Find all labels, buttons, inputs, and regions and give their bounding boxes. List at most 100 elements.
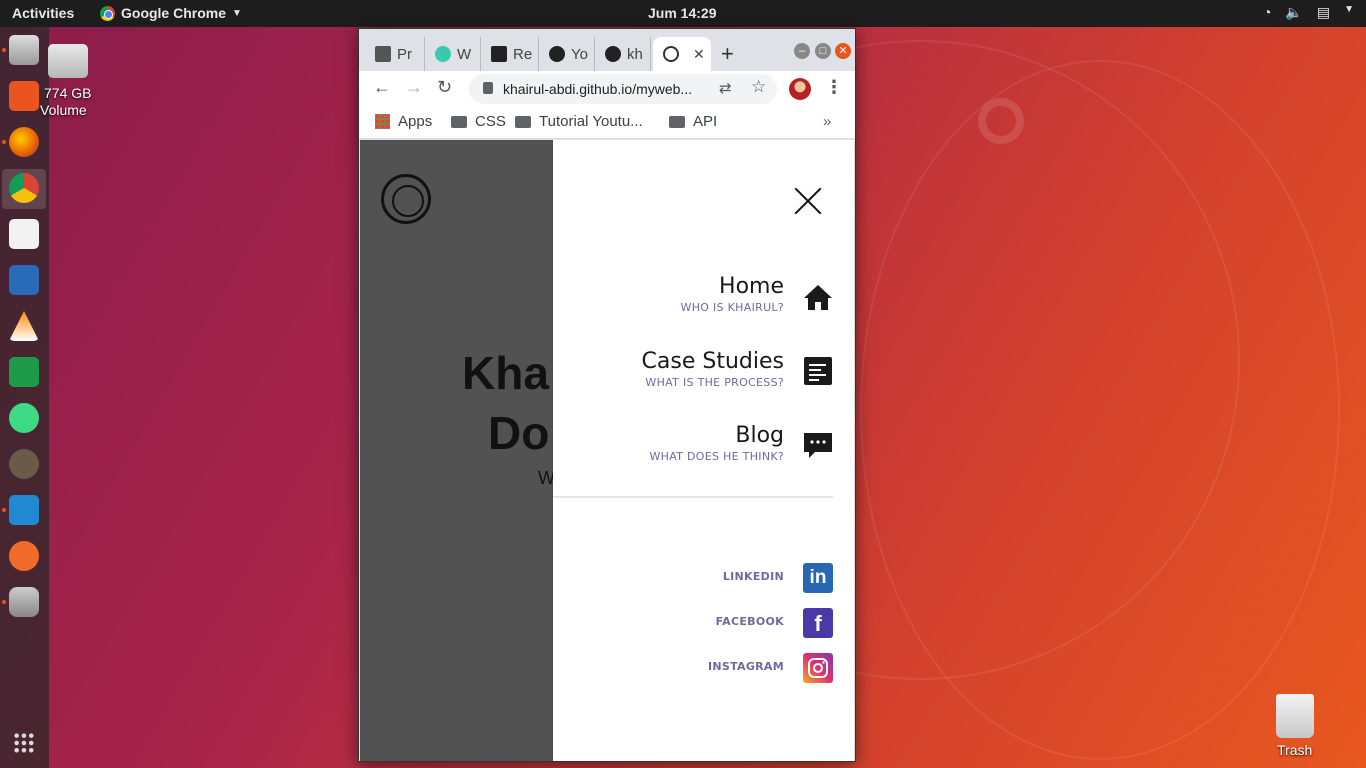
minimize-button[interactable]: – bbox=[794, 43, 810, 59]
gimp-icon[interactable] bbox=[9, 449, 39, 479]
tab-label: W bbox=[457, 45, 472, 63]
hero-heading-line1: Kha bbox=[462, 347, 549, 399]
app-menu[interactable]: Google Chrome ▼ bbox=[100, 5, 242, 21]
bookmark-label: API bbox=[693, 113, 718, 130]
chat-bubble-icon[interactable] bbox=[803, 430, 833, 460]
browser-window: Pr W Re Yo kh ✕ + – □ ✕ ← → ↻ khairul-ab… bbox=[358, 28, 856, 762]
hero-heading-line2: Do bbox=[488, 407, 550, 459]
folder-icon bbox=[451, 115, 467, 128]
running-indicator bbox=[2, 48, 6, 52]
back-button[interactable]: ← bbox=[373, 77, 391, 98]
tab[interactable]: Yo bbox=[539, 37, 595, 71]
chrome-icon[interactable] bbox=[9, 173, 39, 203]
trash-icon[interactable] bbox=[1276, 694, 1314, 738]
menu-item-title: Case Studies bbox=[641, 349, 784, 374]
maximize-button[interactable]: □ bbox=[815, 43, 831, 59]
chrome-icon bbox=[100, 5, 115, 21]
firefox-icon[interactable] bbox=[9, 127, 39, 157]
database-icon[interactable] bbox=[9, 587, 39, 617]
typora-icon[interactable] bbox=[9, 219, 39, 249]
tab-close-icon[interactable]: ✕ bbox=[693, 46, 705, 63]
menu-item-subtitle: WHO IS KHAIRUL? bbox=[680, 301, 784, 314]
new-tab-button[interactable]: + bbox=[721, 41, 734, 67]
bookmarks-overflow-icon[interactable]: » bbox=[823, 113, 831, 130]
running-indicator bbox=[2, 140, 6, 144]
menu-divider bbox=[553, 496, 833, 498]
bookmark-label: Tutorial Youtu... bbox=[539, 113, 643, 130]
software-center-icon[interactable] bbox=[9, 81, 39, 111]
tab[interactable]: Pr bbox=[365, 37, 425, 71]
social-label-linkedin[interactable]: LINKEDIN bbox=[723, 570, 784, 583]
code-icon bbox=[435, 46, 451, 62]
android-studio-icon[interactable] bbox=[9, 403, 39, 433]
folder-icon bbox=[515, 115, 531, 128]
bookmark-css[interactable]: CSS bbox=[451, 113, 506, 130]
forward-button[interactable]: → bbox=[405, 77, 423, 98]
activities-button[interactable]: Activities bbox=[12, 5, 74, 21]
show-applications-icon[interactable] bbox=[13, 732, 35, 754]
site-logo-icon bbox=[663, 46, 679, 62]
tab-strip: Pr W Re Yo kh ✕ + – □ ✕ bbox=[359, 29, 855, 71]
chevron-down-icon: ▼ bbox=[1344, 4, 1354, 15]
tab-label: Pr bbox=[397, 45, 412, 63]
linkedin-icon[interactable]: in bbox=[803, 563, 833, 593]
menu-item-title: Home bbox=[719, 274, 784, 299]
trash-label[interactable]: Trash bbox=[1277, 742, 1312, 758]
tab[interactable]: Re bbox=[481, 37, 539, 71]
menu-item-home[interactable]: Home WHO IS KHAIRUL? bbox=[681, 274, 784, 314]
bookmark-apps[interactable]: Apps bbox=[375, 113, 432, 130]
bookmark-star-icon[interactable]: ☆ bbox=[751, 77, 766, 97]
drive-label[interactable]: 774 GB Volume bbox=[40, 85, 92, 119]
facebook-icon[interactable]: f bbox=[803, 608, 833, 638]
site-logo-icon[interactable] bbox=[381, 174, 431, 224]
social-label-facebook[interactable]: FACEBOOK bbox=[716, 615, 784, 628]
wallpaper-arc bbox=[860, 60, 1340, 760]
tab-label: kh bbox=[627, 45, 643, 63]
drive-icon[interactable] bbox=[48, 44, 88, 78]
profile-avatar[interactable] bbox=[789, 78, 811, 100]
drive-label-line1: 774 GB bbox=[44, 85, 92, 101]
bookmark-label: CSS bbox=[475, 113, 506, 130]
writer-icon[interactable] bbox=[9, 265, 39, 295]
dock bbox=[0, 27, 49, 768]
top-bar: Activities Google Chrome ▼ Jum 14:29 ◔ 🔈… bbox=[0, 0, 1366, 27]
postman-icon[interactable] bbox=[9, 541, 39, 571]
menu-item-title: Blog bbox=[735, 423, 784, 448]
address-bar[interactable]: khairul-abdi.github.io/myweb... ⇄ ☆ bbox=[469, 74, 777, 104]
vscode-icon[interactable] bbox=[9, 495, 39, 525]
menu-item-case-studies[interactable]: Case Studies WHAT IS THE PROCESS? bbox=[642, 349, 784, 389]
home-icon[interactable] bbox=[803, 282, 833, 312]
bookmark-tutorial[interactable]: Tutorial Youtu... bbox=[515, 113, 643, 130]
wallpaper-ring bbox=[978, 98, 1024, 144]
tab-label: Yo bbox=[571, 45, 588, 63]
clock[interactable]: Jum 14:29 bbox=[648, 5, 716, 21]
vlc-icon[interactable] bbox=[9, 311, 39, 341]
battery-icon: ▤ bbox=[1316, 4, 1331, 20]
document-icon[interactable] bbox=[803, 356, 833, 386]
system-tray[interactable]: ◔ 🔈 ▤ ▼ bbox=[1263, 4, 1354, 21]
github-icon bbox=[605, 46, 621, 62]
tab[interactable]: W bbox=[425, 37, 481, 71]
wifi-icon: ◔ bbox=[1262, 4, 1272, 20]
instagram-glyph bbox=[808, 658, 828, 678]
lock-icon bbox=[483, 82, 493, 94]
menu-item-blog[interactable]: Blog WHAT DOES HE THINK? bbox=[649, 423, 784, 463]
url-text[interactable]: khairul-abdi.github.io/myweb... bbox=[503, 81, 703, 97]
bookmark-api[interactable]: API bbox=[669, 113, 717, 130]
chevron-down-icon: ▼ bbox=[232, 7, 242, 19]
social-label-instagram[interactable]: INSTAGRAM bbox=[708, 660, 784, 673]
menu-item-subtitle: WHAT DOES HE THINK? bbox=[649, 450, 784, 463]
files-icon[interactable] bbox=[9, 35, 39, 65]
nav-drawer: Home WHO IS KHAIRUL? Case Studies WHAT I… bbox=[553, 140, 854, 761]
close-menu-button[interactable] bbox=[793, 186, 823, 216]
tab-active[interactable]: ✕ bbox=[653, 37, 711, 71]
web-page: Kha Do W Home WHO IS KHAIRUL? Case Studi… bbox=[360, 140, 854, 761]
instagram-icon[interactable] bbox=[803, 653, 833, 683]
close-window-button[interactable]: ✕ bbox=[835, 43, 851, 59]
menu-kebab-icon[interactable]: ⋮ bbox=[825, 77, 843, 98]
calc-icon[interactable] bbox=[9, 357, 39, 387]
tab[interactable]: kh bbox=[595, 37, 651, 71]
running-indicator bbox=[2, 508, 6, 512]
reload-button[interactable]: ↻ bbox=[437, 77, 452, 98]
translate-icon[interactable]: ⇄ bbox=[719, 79, 732, 97]
